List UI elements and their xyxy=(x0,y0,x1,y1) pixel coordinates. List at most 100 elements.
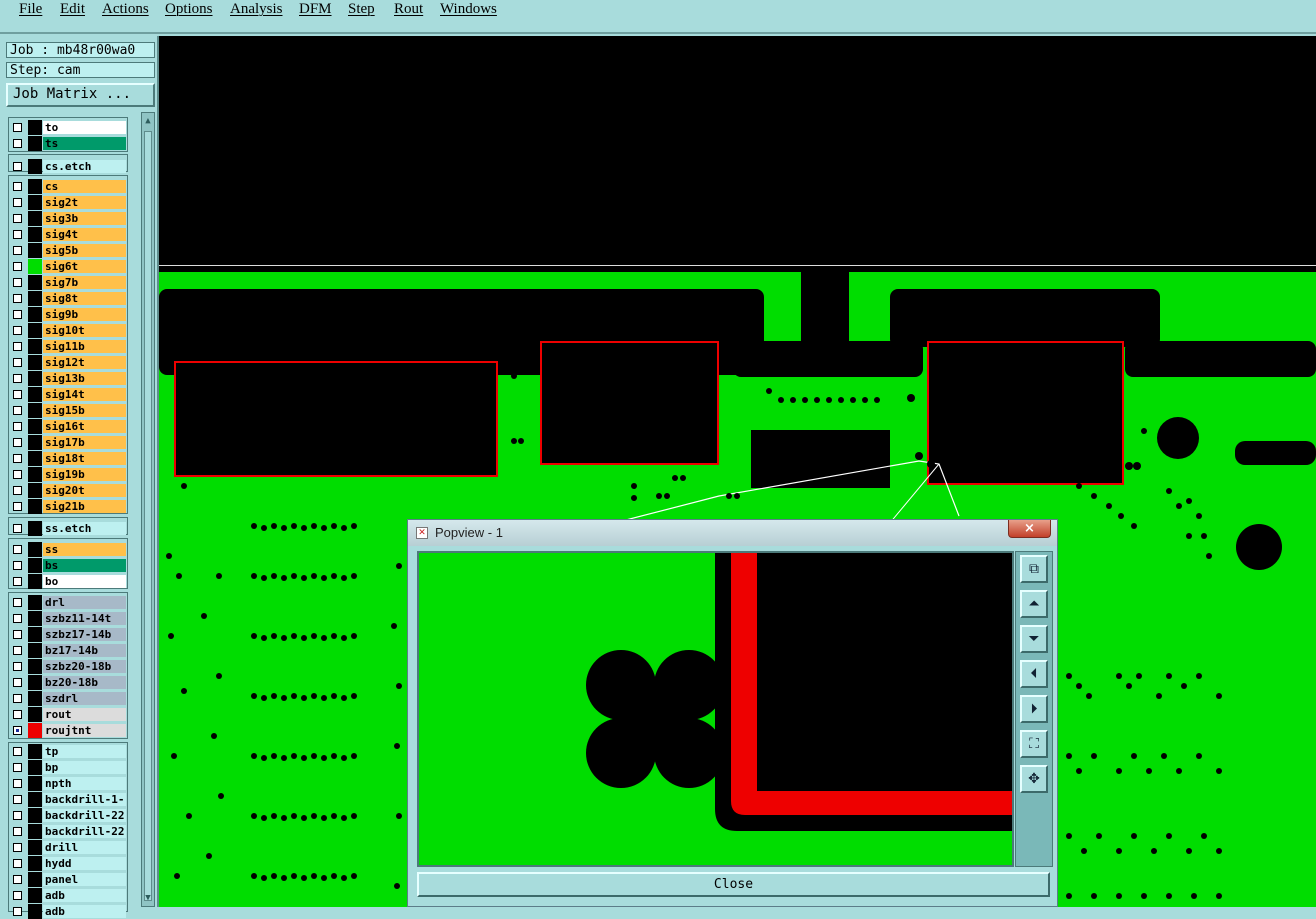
close-button[interactable]: Close xyxy=(417,872,1050,897)
layer-checkbox[interactable] xyxy=(13,827,22,836)
layer-status-indicator[interactable] xyxy=(28,467,42,482)
layer-name[interactable]: sig10t xyxy=(43,324,126,337)
layer-status-indicator[interactable] xyxy=(28,872,42,887)
layer-status-indicator[interactable] xyxy=(28,521,42,536)
layer-row[interactable]: rout xyxy=(8,707,128,722)
layer-status-indicator[interactable] xyxy=(28,760,42,775)
layer-checkbox[interactable] xyxy=(13,470,22,479)
layer-scrollbar[interactable]: ▲ ▼ xyxy=(141,112,155,907)
layer-row[interactable]: sig6t xyxy=(8,259,128,274)
menu-options[interactable]: Options xyxy=(165,1,213,18)
right-icon[interactable]: ⏵ xyxy=(1020,695,1048,723)
layer-status-indicator[interactable] xyxy=(28,627,42,642)
layer-name[interactable]: sig21b xyxy=(43,500,126,513)
layer-checkbox[interactable] xyxy=(13,630,22,639)
layer-status-indicator[interactable] xyxy=(28,339,42,354)
layer-row[interactable]: roujtnt xyxy=(8,723,128,738)
layer-status-indicator[interactable] xyxy=(28,675,42,690)
layer-row[interactable]: szbz17-14b xyxy=(8,627,128,642)
popview-canvas[interactable] xyxy=(417,551,1014,867)
layer-name[interactable]: sig7b xyxy=(43,276,126,289)
layer-status-indicator[interactable] xyxy=(28,227,42,242)
layer-checkbox[interactable] xyxy=(13,198,22,207)
layer-name[interactable]: sig9b xyxy=(43,308,126,321)
layer-status-indicator[interactable] xyxy=(28,643,42,658)
layer-checkbox[interactable] xyxy=(13,524,22,533)
layer-checkbox[interactable] xyxy=(13,779,22,788)
layer-status-indicator[interactable] xyxy=(28,387,42,402)
layer-row[interactable]: sig21b xyxy=(8,499,128,514)
layer-checkbox[interactable] xyxy=(13,390,22,399)
layer-checkbox[interactable] xyxy=(13,710,22,719)
layer-row[interactable]: bp xyxy=(8,760,128,775)
layer-row[interactable]: backdrill-22 xyxy=(8,808,128,823)
layer-checkbox[interactable] xyxy=(13,891,22,900)
layer-row[interactable]: sig17b xyxy=(8,435,128,450)
layer-name[interactable]: sig19b xyxy=(43,468,126,481)
popview-titlebar[interactable]: ✕ Popview - 1 × xyxy=(408,520,1057,546)
layer-checkbox[interactable] xyxy=(13,875,22,884)
layer-row[interactable]: bz17-14b xyxy=(8,643,128,658)
layer-row[interactable]: drl xyxy=(8,595,128,610)
layer-status-indicator[interactable] xyxy=(28,840,42,855)
layer-status-indicator[interactable] xyxy=(28,136,42,151)
layer-checkbox[interactable] xyxy=(13,545,22,554)
layer-row[interactable]: sig9b xyxy=(8,307,128,322)
down-icon[interactable]: ⏷ xyxy=(1020,625,1048,653)
layer-row[interactable]: szbz20-18b xyxy=(8,659,128,674)
layer-status-indicator[interactable] xyxy=(28,419,42,434)
layer-status-indicator[interactable] xyxy=(28,291,42,306)
layer-name[interactable]: bp xyxy=(43,761,126,774)
zoom-out-icon[interactable]: ✥ xyxy=(1020,765,1048,793)
layer-row[interactable]: sig14t xyxy=(8,387,128,402)
layer-name[interactable]: sig20t xyxy=(43,484,126,497)
layer-row[interactable]: sig5b xyxy=(8,243,128,258)
layer-checkbox[interactable] xyxy=(13,246,22,255)
layer-checkbox[interactable] xyxy=(13,310,22,319)
layer-status-indicator[interactable] xyxy=(28,120,42,135)
layer-row[interactable]: sig10t xyxy=(8,323,128,338)
layer-name[interactable]: sig6t xyxy=(43,260,126,273)
layer-row[interactable]: sig8t xyxy=(8,291,128,306)
layer-row[interactable]: ss.etch xyxy=(8,521,128,536)
layer-checkbox[interactable] xyxy=(13,907,22,916)
layer-row[interactable]: to xyxy=(8,120,128,135)
layer-status-indicator[interactable] xyxy=(28,904,42,919)
layer-status-indicator[interactable] xyxy=(28,159,42,174)
layer-row[interactable]: szdrl xyxy=(8,691,128,706)
layer-checkbox[interactable] xyxy=(13,294,22,303)
layer-checkbox[interactable] xyxy=(13,374,22,383)
layer-row[interactable]: drill xyxy=(8,840,128,855)
layer-name[interactable]: sig8t xyxy=(43,292,126,305)
layer-checkbox[interactable] xyxy=(13,162,22,171)
menu-actions[interactable]: Actions xyxy=(102,1,149,18)
layer-name[interactable]: sig13b xyxy=(43,372,126,385)
layer-row[interactable]: npth xyxy=(8,776,128,791)
layer-name[interactable]: cs.etch xyxy=(43,160,126,173)
layer-row[interactable]: sig16t xyxy=(8,419,128,434)
layer-checkbox[interactable] xyxy=(13,358,22,367)
layer-name[interactable]: sig12t xyxy=(43,356,126,369)
layer-row[interactable]: panel xyxy=(8,872,128,887)
layer-checkbox[interactable] xyxy=(13,726,22,735)
menu-dfm[interactable]: DFM xyxy=(299,1,332,18)
layer-status-indicator[interactable] xyxy=(28,323,42,338)
layer-name[interactable]: szdrl xyxy=(43,692,126,705)
layer-row[interactable]: cs xyxy=(8,179,128,194)
layer-row[interactable]: adb xyxy=(8,904,128,919)
layer-row[interactable]: bz20-18b xyxy=(8,675,128,690)
layer-row[interactable]: sig18t xyxy=(8,451,128,466)
layer-name[interactable]: npth xyxy=(43,777,126,790)
layer-status-indicator[interactable] xyxy=(28,435,42,450)
layer-checkbox[interactable] xyxy=(13,662,22,671)
layer-status-indicator[interactable] xyxy=(28,558,42,573)
layer-status-indicator[interactable] xyxy=(28,451,42,466)
layer-name[interactable]: rout xyxy=(43,708,126,721)
layer-row[interactable]: bs xyxy=(8,558,128,573)
layer-status-indicator[interactable] xyxy=(28,856,42,871)
layer-status-indicator[interactable] xyxy=(28,211,42,226)
layer-status-indicator[interactable] xyxy=(28,371,42,386)
layer-name[interactable]: backdrill-1- xyxy=(43,793,126,806)
layer-status-indicator[interactable] xyxy=(28,808,42,823)
up-icon[interactable]: ⏶ xyxy=(1020,590,1048,618)
